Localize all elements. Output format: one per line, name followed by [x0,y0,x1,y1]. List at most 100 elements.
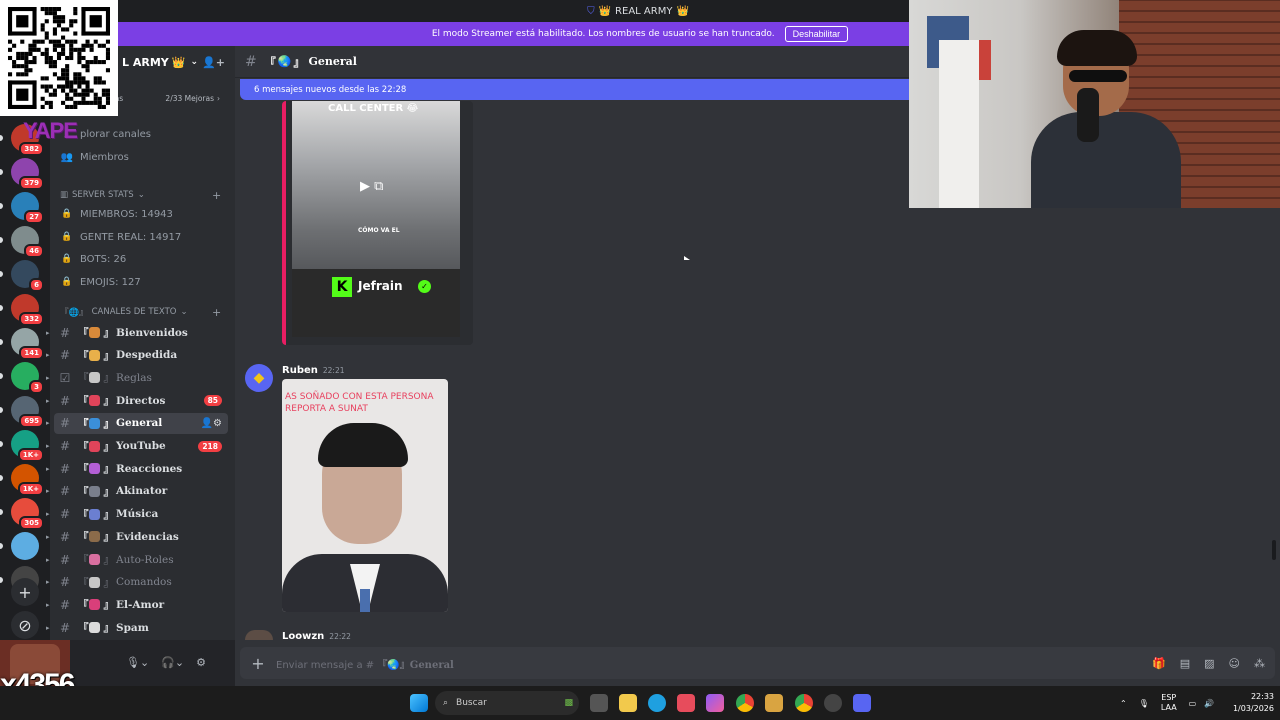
server-icon[interactable]: 27 [11,192,44,224]
language-indicator[interactable]: ESP LAA [1161,693,1177,713]
server-mention-badge: 379 [19,176,44,190]
emoji-icon[interactable]: ☺ [1229,657,1240,670]
sticker-icon[interactable]: ▨ [1204,657,1214,670]
server-icon[interactable]: 305 [11,498,44,530]
mic-tray-icon[interactable]: 🎙 [1139,699,1149,708]
server-icon[interactable]: 695 [11,396,44,428]
server-mention-badge: 382 [19,142,44,156]
gif-icon[interactable]: ▤ [1180,657,1190,670]
apps-icon[interactable]: ⁂ [1254,657,1265,670]
clock[interactable]: 22:33 1/03/2026 [1226,691,1274,715]
stat-channel[interactable]: 🔒 EMOJIS: 127 [60,272,140,292]
app-icon[interactable] [765,694,783,712]
stat-channel[interactable]: 🔒 BOTS: 26 [60,249,126,269]
composer-placeholder[interactable]: Enviar mensaje a # 『🌏』General [276,656,454,671]
message-time: 22:21 [322,366,345,375]
play-icon[interactable]: ▶ ⧉ [360,179,383,194]
stat-channel[interactable]: 🔒 MIEMBROS: 14943 [60,204,173,224]
server-mention-badge: 1K+ [17,448,44,462]
server-icon[interactable]: 3 [11,362,44,394]
server-icon[interactable]: 1K+ [11,464,44,496]
channel-auto-roles[interactable]: ▸ # 『 』 Auto-Roles [46,549,228,570]
settings-gear-icon[interactable]: ⚙ [196,656,206,669]
volume-icon[interactable]: 🔊 [1204,699,1214,708]
channel-comandos[interactable]: ▸ # 『 』 Comandos [46,572,228,593]
channel-reglas[interactable]: ▸ ☑ 『 』 Reglas [46,367,228,388]
sunglasses [1069,70,1127,82]
boost-progress[interactable]: eras 2/33 Mejoras › [107,94,220,103]
message-composer[interactable]: + Enviar mensaje a # 『🌏』General 🎁 ▤ ▨ ☺ … [240,647,1275,679]
message-author[interactable]: Loowzn [282,631,324,642]
channel-el-amor[interactable]: ▸ # 『 』 El-Amor [46,594,228,615]
discord-icon[interactable] [853,694,871,712]
video-embed[interactable]: CALL CENTER 😂 ▶ ⧉ CÓMO VA EL K Jefrain ✓ [282,101,473,345]
category-label: CANALES DE TEXTO [91,307,177,317]
add-server-icon[interactable]: + [11,578,39,606]
channel-prefix: 『 [78,372,89,385]
channel-general[interactable]: ▸ # 『 』 General 👤⚙ [46,412,228,434]
obs-icon[interactable] [824,694,842,712]
discover-icon[interactable]: ⊘ [11,611,39,639]
chrome-profile-icon[interactable] [795,694,813,712]
category-server-stats[interactable]: ▥ SERVER STATS ⌄ + [60,187,221,203]
gift-icon[interactable]: 🎁 [1152,657,1166,670]
channel-spam[interactable]: ▸ # 『 』 Spam [46,617,228,638]
channel-suffix: 』 [103,327,115,339]
server-icon[interactable] [11,532,39,560]
channel-youtube[interactable]: ▸ # 『 』 YouTube 218 [46,436,228,457]
window-title: REAL ARMY [615,5,673,17]
snipping-tool-icon[interactable] [677,694,695,712]
edge-icon[interactable] [648,694,666,712]
create-channel-icon[interactable]: + [212,189,221,202]
new-messages-bar[interactable]: 6 mensajes nuevos desde las 22:28 [240,79,915,100]
file-explorer-icon[interactable] [619,694,637,712]
add-user-icon[interactable]: 👤+ [202,56,225,69]
channel-directos[interactable]: ▸ # 『 』 Directos 85 [46,390,228,411]
nav-members[interactable]: 👥 Miembros [60,147,129,167]
server-icon[interactable]: 379 [11,158,44,190]
server-icon[interactable]: 6 [11,260,44,292]
avatar[interactable] [245,630,273,640]
chevron-right-icon: ▸ [46,396,50,405]
category-text-channels[interactable]: 『🌐』 CANALES DE TEXTO ⌄ + [60,304,221,320]
channel-suffix: 』 [103,554,115,566]
disable-streamer-mode-button[interactable]: Deshabilitar [784,26,849,42]
chrome-icon[interactable] [736,694,754,712]
unread-indicator [0,169,3,175]
message-image[interactable]: AS SOÑADO CON ESTA PERSONA REPORTA A SUN… [282,379,448,612]
server-icon[interactable]: 332 [11,294,44,326]
create-channel-icon[interactable]: + [212,306,221,319]
avatar[interactable]: ◆ [245,364,273,392]
windows-start-icon[interactable] [410,694,428,712]
channel-akinator[interactable]: ▸ # 『 』 Akinator [46,481,228,502]
channel-prefix: 『 [78,531,89,544]
server-icon[interactable]: 1K+ [11,430,44,462]
channel-evidencias[interactable]: ▸ # 『 』 Evidencias [46,526,228,547]
server-icon[interactable]: 46 [11,226,44,258]
add-attachment-icon[interactable]: + [240,654,276,673]
copilot-icon[interactable] [706,694,724,712]
server-mention-badge: 27 [24,210,44,224]
channel-settings-icon[interactable]: 👤⚙ [201,418,222,429]
chevron-right-icon: ▸ [46,464,50,473]
task-view-icon[interactable] [590,694,608,712]
channel-emoji-icon [88,349,100,361]
server-icon[interactable]: 141 [11,328,44,360]
microphone-icon[interactable]: 🎙⌄ [126,656,149,669]
chat-scrollbar[interactable] [1272,540,1276,560]
chevron-up-icon[interactable]: ⌃ [1120,699,1127,708]
qr-code-graphic [8,7,110,109]
channel-bienvenidos[interactable]: ▸ # 『 』 Bienvenidos [46,322,228,343]
channel-m-sica[interactable]: ▸ # 『 』 Música [46,504,228,525]
headphones-icon[interactable]: 🎧⌄ [161,656,184,669]
qr-code [0,0,118,116]
message-author[interactable]: Ruben [282,365,318,376]
channel-suffix: 』 [103,463,115,476]
channel-reacciones[interactable]: ▸ # 『 』 Reacciones [46,458,228,479]
channel-prefix: 『 [78,417,89,430]
taskbar-search[interactable]: ⌕ Buscar ▩ [435,691,579,715]
channel-prefix: 『 [78,485,89,498]
channel-despedida[interactable]: ▸ # 『 』 Despedida [46,345,228,366]
network-icon[interactable]: ▭ [1189,699,1197,708]
stat-channel[interactable]: 🔒 GENTE REAL: 14917 [60,227,181,247]
